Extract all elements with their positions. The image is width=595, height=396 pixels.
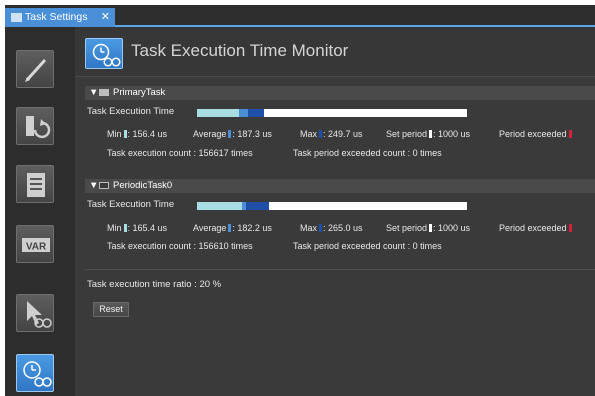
section-header-primary-task[interactable]: ▼ PrimaryTask [85,86,595,100]
tab-task-settings[interactable]: Task Settings ✕ [5,8,115,27]
period-exceeded-marker [568,224,572,232]
collapse-arrow-icon[interactable]: ▼ [89,86,99,100]
execution-time-label: Task Execution Time [87,106,175,117]
collapse-arrow-icon[interactable]: ▼ [89,179,99,193]
bar-max-segment [247,109,265,117]
bar-min-segment [197,202,242,210]
average-marker [228,224,232,232]
execution-count: Task execution count : 156617 times [107,148,253,158]
divider [85,269,595,270]
period-exceeded-metric: Period exceeded [499,129,573,139]
cursor-glasses-icon[interactable] [16,294,54,332]
min-metric: Min: 165.4 us [107,223,168,233]
section-header-periodic-task0[interactable]: ▼ PeriodicTask0 [85,179,595,193]
set-period-metric: Set period: 1000 us [386,129,471,139]
average-metric: Average: 187.3 us [193,129,272,139]
page-header: Task Execution Time Monitor [75,27,595,77]
var-icon-label: VAR [26,242,47,253]
list-icon[interactable] [16,165,54,203]
average-marker [228,130,232,138]
bar-min-segment [197,109,240,117]
execution-time-label: Task Execution Time [87,199,175,210]
task-name: PrimaryTask [113,87,166,98]
page-title: Task Execution Time Monitor [131,41,349,60]
execution-count: Task execution count : 156610 times [107,241,253,251]
execution-time-bar [197,109,467,117]
max-metric: Max: 249.7 us [300,129,363,139]
task-name: PeriodicTask0 [113,180,173,191]
execution-time-ratio: Task execution time ratio : 20 % [87,279,222,290]
pencil-icon[interactable] [16,50,54,88]
close-icon[interactable]: ✕ [101,8,110,27]
reset-button[interactable]: Reset [93,302,129,317]
main-panel: Task Execution Time Monitor ▼ PrimaryTask… [75,27,595,396]
set-period-marker [429,130,433,138]
tab-bar: Task Settings ✕ [5,5,595,27]
set-period-metric: Set period: 1000 us [386,223,471,233]
window: Task Settings ✕ VAR Task Execution Time [5,5,595,396]
bar-max-segment [246,202,269,210]
var-icon[interactable]: VAR [16,225,54,263]
bar-average-segment [239,109,248,117]
max-marker [319,224,323,232]
min-metric: Min: 156.4 us [107,129,168,139]
period-exceeded-marker [568,130,572,138]
exceeded-count: Task period exceeded count : 0 times [293,148,442,158]
exceeded-count: Task period exceeded count : 0 times [293,241,442,251]
clock-glasses-icon [85,38,123,69]
set-period-marker [429,224,433,232]
clock-glasses-icon[interactable] [16,354,54,392]
max-marker [319,130,323,138]
average-metric: Average: 182.2 us [193,223,272,233]
task-arrow-icon[interactable] [16,107,54,145]
min-marker [123,130,127,138]
folder-icon [99,89,109,96]
sidebar: VAR [5,27,75,396]
task-settings-icon [11,13,22,22]
execution-time-bar [197,202,467,210]
period-exceeded-metric: Period exceeded [499,223,573,233]
task-icon [99,182,109,189]
min-marker [123,224,127,232]
max-metric: Max: 265.0 us [300,223,363,233]
tab-label: Task Settings [25,11,88,23]
